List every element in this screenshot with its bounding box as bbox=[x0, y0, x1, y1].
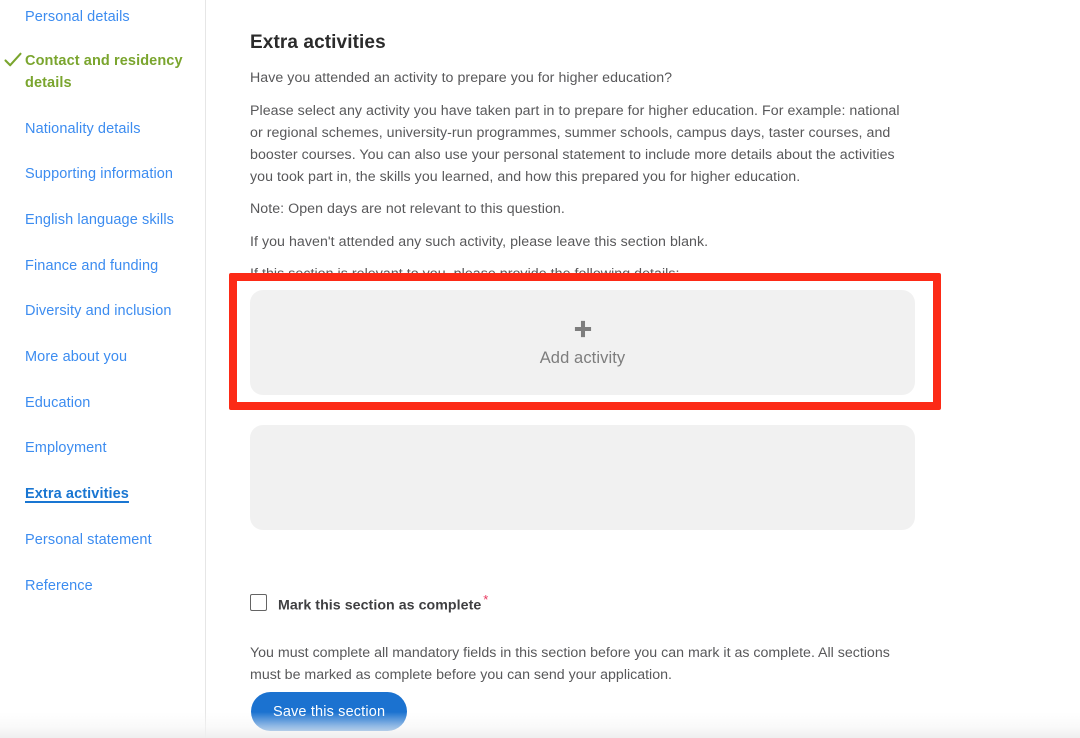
add-activity-button[interactable]: Add activity bbox=[250, 290, 915, 395]
provide-details-text: If this section is relevant to you, plea… bbox=[250, 266, 680, 283]
section-navigation-sidebar: Personal details Contact and residency d… bbox=[0, 0, 205, 738]
sidebar-item-personal-details[interactable]: Personal details bbox=[0, 6, 205, 28]
add-activity-label: Add activity bbox=[539, 348, 626, 367]
mark-complete-checkbox[interactable] bbox=[250, 594, 267, 612]
sidebar-item-label: Supporting information bbox=[25, 166, 174, 182]
page-title: Extra activities bbox=[250, 31, 386, 53]
main-content: Extra activities Have you attended an ac… bbox=[250, 0, 950, 738]
sidebar-item-diversity-and-inclusion[interactable]: Diversity and inclusion bbox=[0, 300, 205, 322]
note-text: Note: Open days are not relevant to this… bbox=[250, 201, 565, 218]
sidebar-item-label: Employment bbox=[25, 440, 107, 456]
application-page: Personal details Contact and residency d… bbox=[0, 0, 1080, 738]
check-icon bbox=[3, 50, 23, 70]
sidebar-item-label: Finance and funding bbox=[25, 258, 159, 274]
sidebar-item-extra-activities[interactable]: Extra activities bbox=[0, 483, 205, 505]
sidebar-item-label: More about you bbox=[25, 349, 128, 365]
mark-complete-label-text: Mark this section as complete bbox=[278, 597, 482, 614]
sidebar-item-label: Personal statement bbox=[25, 532, 152, 548]
sidebar-item-label: Personal details bbox=[25, 9, 130, 25]
sidebar-item-label: Extra activities bbox=[25, 486, 129, 502]
mark-complete-row: Mark this section as complete * bbox=[250, 592, 488, 614]
sidebar-item-label: Nationality details bbox=[25, 121, 141, 137]
sidebar-item-supporting-information[interactable]: Supporting information bbox=[0, 163, 205, 185]
sidebar-item-personal-statement[interactable]: Personal statement bbox=[0, 529, 205, 551]
sidebar-item-label: Reference bbox=[25, 578, 93, 594]
sidebar-item-label: English language skills bbox=[25, 212, 174, 228]
save-this-section-button[interactable]: Save this section bbox=[251, 692, 408, 731]
sidebar-item-reference[interactable]: Reference bbox=[0, 575, 205, 597]
mark-complete-help-text: You must complete all mandatory fields i… bbox=[250, 645, 890, 683]
required-asterisk: * bbox=[483, 592, 489, 607]
sidebar-item-label: Contact and residency details bbox=[25, 53, 183, 91]
plus-icon bbox=[572, 318, 594, 340]
sidebar-item-finance-and-funding[interactable]: Finance and funding bbox=[0, 255, 205, 277]
sidebar-item-english-language-skills[interactable]: English language skills bbox=[0, 209, 205, 231]
sidebar-item-label: Diversity and inclusion bbox=[25, 303, 172, 319]
sidebar-item-employment[interactable]: Employment bbox=[0, 437, 205, 459]
mark-complete-label[interactable]: Mark this section as complete * bbox=[278, 592, 488, 614]
sidebar-divider bbox=[205, 0, 206, 738]
intro-text: Please select any activity you have take… bbox=[250, 103, 900, 185]
sidebar-item-contact-and-residency-details[interactable]: Contact and residency details bbox=[0, 50, 205, 94]
activity-placeholder-box bbox=[250, 425, 915, 530]
sidebar-item-label: Education bbox=[25, 395, 91, 411]
sidebar-item-education[interactable]: Education bbox=[0, 392, 205, 414]
blank-section-text: If you haven't attended any such activit… bbox=[250, 234, 709, 251]
sidebar-item-nationality-details[interactable]: Nationality details bbox=[0, 118, 205, 140]
question-text: Have you attended an activity to prepare… bbox=[250, 70, 673, 87]
sidebar-item-more-about-you[interactable]: More about you bbox=[0, 346, 205, 368]
